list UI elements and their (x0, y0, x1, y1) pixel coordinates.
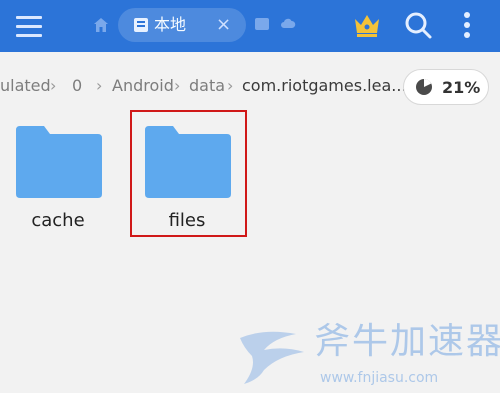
folder-tab-icon (134, 18, 148, 32)
watermark-url: www.fnjiasu.com (320, 370, 439, 386)
folder-name: cache (31, 210, 85, 231)
search-icon[interactable] (403, 10, 433, 40)
watermark: 斧牛加速器 www.fnjiasu.com (230, 320, 500, 393)
chevron-right-icon: › (50, 76, 57, 95)
breadcrumb-item[interactable]: ulated (0, 76, 51, 96)
tab-icon[interactable] (255, 18, 269, 30)
menu-icon[interactable] (16, 14, 44, 38)
storage-percent: 21% (442, 78, 481, 97)
breadcrumb-item[interactable]: 0 (72, 76, 82, 96)
crown-icon[interactable] (352, 10, 382, 40)
selection-highlight (130, 110, 247, 237)
watermark-logo-icon (240, 331, 304, 384)
tab-label: 本地 (154, 15, 187, 34)
chevron-right-icon: › (227, 76, 234, 95)
chevron-right-icon: › (174, 76, 181, 95)
cloud-icon[interactable] (280, 15, 296, 31)
chevron-right-icon: › (96, 76, 103, 95)
home-icon[interactable] (92, 16, 110, 34)
storage-usage-button[interactable]: 21% (403, 69, 489, 105)
folder-icon (16, 126, 102, 198)
watermark-text: 斧牛加速器 (314, 321, 500, 362)
close-icon[interactable]: × (216, 15, 231, 35)
app-toolbar: 本地 × (0, 0, 500, 52)
pie-chart-icon (416, 79, 432, 95)
tab-local[interactable]: 本地 × (118, 8, 246, 42)
breadcrumb-item[interactable]: Android (112, 76, 174, 96)
breadcrumb-current[interactable]: com.riotgames.lea... (242, 76, 407, 96)
more-vertical-icon[interactable] (462, 10, 472, 40)
breadcrumb-item[interactable]: data (189, 76, 225, 96)
